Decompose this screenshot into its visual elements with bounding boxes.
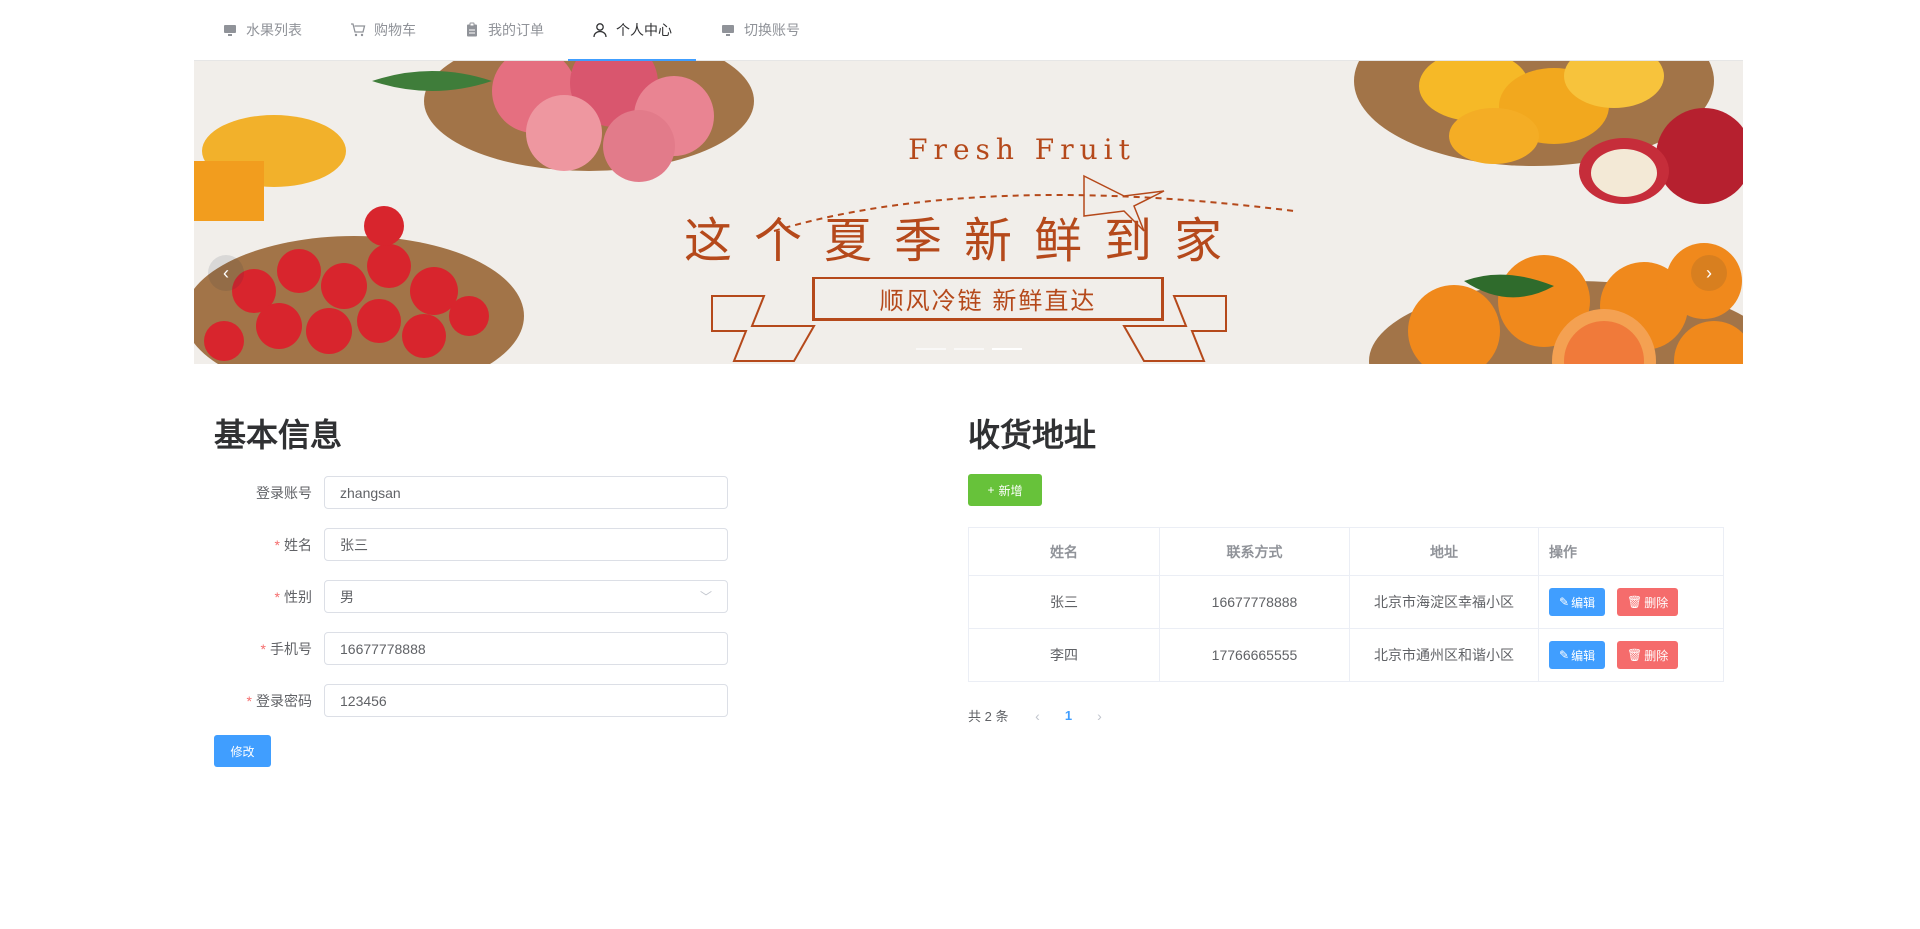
profile-title: 基本信息: [214, 417, 343, 453]
address-panel: 收货地址 + 新增 姓名 联系方式 地址 操作 张三 16677778888 北…: [968, 410, 1728, 725]
edit-button[interactable]: ✎ 编辑: [1549, 588, 1606, 616]
page-container: 水果列表 购物车 我的订单 个人中心 切换账号 Fresh Fruit 这个夏季…: [194, 0, 1743, 767]
plus-icon: +: [987, 483, 995, 497]
top-menu: 水果列表 购物车 我的订单 个人中心 切换账号: [194, 0, 1743, 61]
trash-icon: 🗑: [1626, 595, 1643, 609]
carousel-prev-button[interactable]: ‹: [208, 255, 244, 291]
form-row-password: * 登录密码 123456: [214, 684, 774, 717]
menu-item-label: 水果列表: [246, 22, 302, 38]
profile-form: 登录账号 zhangsan * 姓名 张三 * 性别 男 ﹀ * 手机号 166777…: [214, 476, 774, 717]
menu-item-fruit-list[interactable]: 水果列表: [198, 0, 326, 60]
column-header-phone: 联系方式: [1159, 527, 1350, 576]
carousel-indicator-active[interactable]: [991, 348, 1022, 350]
cart-icon: [350, 22, 366, 38]
form-label: * 登录密码: [246, 692, 312, 709]
edit-icon: ✎: [1559, 595, 1570, 609]
account-input[interactable]: zhangsan: [324, 476, 728, 509]
menu-item-label: 购物车: [374, 22, 416, 38]
column-header-actions: 操作: [1538, 527, 1724, 576]
address-title: 收货地址: [968, 417, 1097, 453]
banner-title-cn: 这个夏季新鲜到家: [683, 215, 1244, 268]
edit-icon: ✎: [1559, 648, 1570, 662]
menu-item-label: 切换账号: [744, 22, 800, 38]
form-label: * 手机号: [260, 640, 312, 657]
cell-address: 北京市通州区和谐小区: [1349, 628, 1539, 682]
form-row-phone: * 手机号 16677778888: [214, 632, 774, 665]
carousel-indicator[interactable]: [915, 348, 946, 350]
user-icon: [592, 22, 608, 38]
pagination: 共 2 条 ‹ 1 ›: [968, 706, 1728, 725]
menu-item-cart[interactable]: 购物车: [326, 0, 440, 60]
form-label: * 姓名: [274, 536, 312, 553]
column-header-name: 姓名: [968, 527, 1160, 576]
clipboard-icon: [464, 22, 480, 38]
pagination-total: 共 2 条: [968, 709, 1009, 724]
banner-title-en: Fresh Fruit: [908, 133, 1136, 166]
pagination-next-button[interactable]: ›: [1084, 708, 1114, 724]
submit-profile-button[interactable]: 修改: [214, 735, 271, 767]
add-address-label: 新增: [998, 483, 1023, 498]
carousel-indicators: [194, 348, 1743, 350]
cell-phone: 17766665555: [1159, 628, 1350, 682]
cell-actions: ✎ 编辑 🗑 删除: [1538, 575, 1724, 629]
delete-button[interactable]: 🗑 删除: [1616, 588, 1679, 616]
edit-button[interactable]: ✎ 编辑: [1549, 641, 1606, 669]
monitor-icon: [222, 22, 238, 38]
delete-button[interactable]: 🗑 删除: [1616, 641, 1679, 669]
column-header-address: 地址: [1349, 527, 1539, 576]
menu-item-orders[interactable]: 我的订单: [440, 0, 568, 60]
form-row-gender: * 性别 男 ﹀: [214, 580, 774, 613]
gender-select[interactable]: 男 ﹀: [324, 580, 728, 613]
password-input[interactable]: 123456: [324, 684, 728, 717]
cell-name: 李四: [968, 628, 1160, 682]
cell-phone: 16677778888: [1159, 575, 1350, 629]
chevron-down-icon: ﹀: [699, 590, 712, 604]
form-label: * 性别: [274, 588, 312, 605]
banner-subtitle: 顺风冷链 新鲜直达: [812, 277, 1164, 321]
cell-actions: ✎ 编辑 🗑 删除: [1538, 628, 1724, 682]
name-input[interactable]: 张三: [324, 528, 728, 561]
table-row: 张三 16677778888 北京市海淀区幸福小区 ✎ 编辑 🗑 删除: [968, 575, 1724, 629]
banner-carousel: Fresh Fruit 这个夏季新鲜到家 顺风冷链 新鲜直达 ‹ ›: [194, 61, 1743, 364]
monitor-icon: [720, 22, 736, 38]
pagination-prev-button[interactable]: ‹: [1022, 708, 1052, 724]
pagination-page[interactable]: 1: [1052, 708, 1084, 723]
address-table: 姓名 联系方式 地址 操作 张三 16677778888 北京市海淀区幸福小区 …: [968, 527, 1724, 682]
cell-address: 北京市海淀区幸福小区: [1349, 575, 1539, 629]
table-row: 李四 17766665555 北京市通州区和谐小区 ✎ 编辑 🗑 删除: [968, 628, 1724, 682]
menu-item-label: 个人中心: [616, 22, 672, 38]
form-row-account: 登录账号 zhangsan: [214, 476, 774, 509]
cell-name: 张三: [968, 575, 1160, 629]
add-address-button[interactable]: + 新增: [968, 474, 1042, 506]
trash-icon: 🗑: [1626, 648, 1643, 662]
carousel-indicator[interactable]: [953, 348, 984, 350]
menu-item-switch-account[interactable]: 切换账号: [696, 0, 824, 60]
table-header-row: 姓名 联系方式 地址 操作: [968, 527, 1724, 576]
profile-panel: 基本信息 登录账号 zhangsan * 姓名 张三 * 性别 男 ﹀ * 手机号 1…: [214, 410, 774, 767]
carousel-next-button[interactable]: ›: [1691, 255, 1727, 291]
form-label: 登录账号: [256, 484, 312, 501]
menu-item-label: 我的订单: [488, 22, 544, 38]
menu-item-profile[interactable]: 个人中心: [568, 0, 696, 61]
form-row-name: * 姓名 张三: [214, 528, 774, 561]
phone-input[interactable]: 16677778888: [324, 632, 728, 665]
